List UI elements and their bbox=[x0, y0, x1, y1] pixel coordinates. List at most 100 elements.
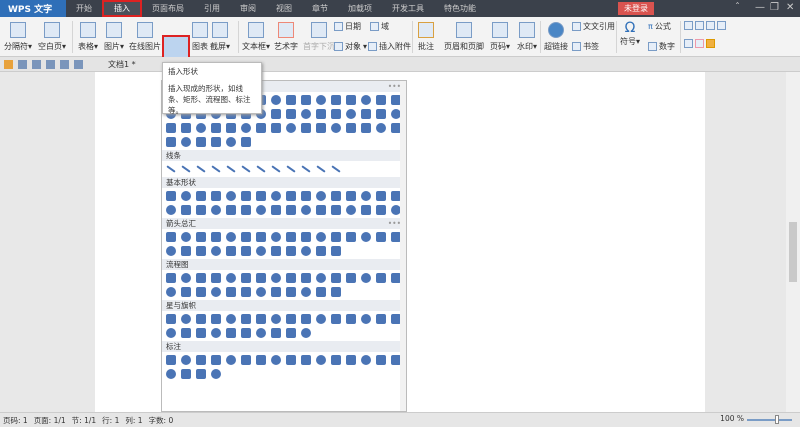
hyperlink-button[interactable]: 超链接 bbox=[544, 22, 568, 52]
shape-item[interactable] bbox=[286, 355, 296, 365]
shape-item[interactable] bbox=[316, 232, 326, 242]
shape-item[interactable] bbox=[211, 205, 221, 215]
shape-item[interactable] bbox=[301, 191, 311, 201]
shape-item[interactable] bbox=[181, 246, 191, 256]
shape-item[interactable] bbox=[286, 205, 296, 215]
shape-item[interactable] bbox=[196, 232, 206, 242]
shape-item[interactable] bbox=[286, 287, 296, 297]
shape-item[interactable] bbox=[211, 273, 221, 283]
shape-item[interactable] bbox=[241, 246, 251, 256]
shape-item[interactable] bbox=[256, 355, 266, 365]
shape-item[interactable] bbox=[241, 287, 251, 297]
app-menu[interactable]: WPS 文字 bbox=[0, 0, 66, 17]
shape-item[interactable] bbox=[196, 355, 206, 365]
shape-item[interactable] bbox=[361, 314, 371, 324]
shape-item[interactable] bbox=[376, 314, 386, 324]
shape-item[interactable] bbox=[331, 314, 341, 324]
shape-item[interactable] bbox=[241, 314, 251, 324]
shape-item[interactable] bbox=[376, 95, 386, 105]
online-picture-button[interactable]: 在线图片 bbox=[129, 22, 161, 52]
textbox-button[interactable]: 文本框▾ bbox=[242, 22, 270, 52]
shape-item[interactable] bbox=[241, 137, 251, 147]
watermark-button[interactable]: 水印▾ bbox=[517, 22, 537, 52]
shape-item[interactable] bbox=[181, 137, 191, 147]
shape-item[interactable] bbox=[226, 328, 236, 338]
shape-item[interactable] bbox=[196, 165, 206, 173]
shape-item[interactable] bbox=[331, 246, 341, 256]
shape-item[interactable] bbox=[166, 314, 176, 324]
insert-attachment-button[interactable]: 插入附件 bbox=[368, 41, 411, 52]
shape-item[interactable] bbox=[286, 273, 296, 283]
shape-item[interactable] bbox=[196, 205, 206, 215]
shape-item[interactable] bbox=[346, 191, 356, 201]
shape-item[interactable] bbox=[271, 191, 281, 201]
picture-button[interactable]: 图片▾ bbox=[104, 22, 124, 52]
shape-item[interactable] bbox=[211, 355, 221, 365]
shape-item[interactable] bbox=[271, 328, 281, 338]
shape-item[interactable] bbox=[331, 95, 341, 105]
shape-item[interactable] bbox=[346, 109, 356, 119]
shape-item[interactable] bbox=[301, 232, 311, 242]
print-preview-icon[interactable] bbox=[32, 59, 41, 69]
vertical-scrollbar[interactable] bbox=[786, 72, 800, 412]
shape-item[interactable] bbox=[331, 191, 341, 201]
shape-item[interactable] bbox=[196, 287, 206, 297]
shape-item[interactable] bbox=[376, 273, 386, 283]
shape-item[interactable] bbox=[226, 273, 236, 283]
shape-item[interactable] bbox=[361, 273, 371, 283]
shape-item[interactable] bbox=[256, 246, 266, 256]
shape-item[interactable] bbox=[166, 355, 176, 365]
formula-button[interactable]: π 公式 bbox=[648, 21, 671, 32]
shape-item[interactable] bbox=[316, 191, 326, 201]
object-button[interactable]: 对象 ▾ bbox=[334, 41, 367, 52]
date-button[interactable]: 日期 bbox=[334, 21, 361, 32]
shape-item[interactable] bbox=[196, 191, 206, 201]
close-icon[interactable]: ✕ bbox=[786, 2, 794, 13]
shape-item[interactable] bbox=[181, 191, 191, 201]
shape-item[interactable] bbox=[316, 109, 326, 119]
shape-item[interactable] bbox=[181, 287, 191, 297]
header-footer-button[interactable]: 页眉和页脚 bbox=[444, 22, 484, 52]
shape-item[interactable] bbox=[331, 205, 341, 215]
shape-item[interactable] bbox=[211, 328, 221, 338]
symbol-button[interactable]: Ω 符号▾ bbox=[620, 20, 640, 47]
shape-item[interactable] bbox=[256, 328, 266, 338]
shape-item[interactable] bbox=[181, 123, 191, 133]
tab-7[interactable]: 加载项 bbox=[338, 0, 382, 17]
shape-item[interactable] bbox=[316, 355, 326, 365]
shape-item[interactable] bbox=[316, 123, 326, 133]
undo-icon[interactable] bbox=[60, 59, 69, 69]
chart-button[interactable]: 图表 bbox=[192, 22, 208, 52]
shape-item[interactable] bbox=[376, 355, 386, 365]
shape-item[interactable] bbox=[346, 123, 356, 133]
shape-item[interactable] bbox=[346, 95, 356, 105]
shape-item[interactable] bbox=[361, 232, 371, 242]
shape-item[interactable] bbox=[361, 355, 371, 365]
save-icon[interactable] bbox=[18, 59, 27, 69]
panel-scrollbar[interactable] bbox=[400, 81, 406, 411]
shape-item[interactable] bbox=[301, 123, 311, 133]
shape-item[interactable] bbox=[271, 314, 281, 324]
shape-item[interactable] bbox=[166, 123, 176, 133]
shape-item[interactable] bbox=[286, 314, 296, 324]
shape-item[interactable] bbox=[196, 314, 206, 324]
shape-item[interactable] bbox=[181, 314, 191, 324]
shape-item[interactable] bbox=[361, 191, 371, 201]
shape-item[interactable] bbox=[346, 273, 356, 283]
shape-item[interactable] bbox=[226, 123, 236, 133]
document-tab[interactable]: 文档1 * bbox=[108, 59, 136, 70]
form-controls-2[interactable] bbox=[684, 39, 715, 48]
shape-item[interactable] bbox=[331, 273, 341, 283]
tab-9[interactable]: 特色功能 bbox=[434, 0, 486, 17]
shape-item[interactable] bbox=[286, 95, 296, 105]
shape-item[interactable] bbox=[286, 191, 296, 201]
tab-5[interactable]: 视图 bbox=[266, 0, 302, 17]
tab-8[interactable]: 开发工具 bbox=[382, 0, 434, 17]
shape-item[interactable] bbox=[226, 314, 236, 324]
shape-item[interactable] bbox=[331, 355, 341, 365]
shape-item[interactable] bbox=[211, 246, 221, 256]
number-button[interactable]: 数字 bbox=[648, 41, 675, 52]
form-controls[interactable] bbox=[684, 21, 726, 30]
shape-item[interactable] bbox=[331, 123, 341, 133]
table-button[interactable]: 表格▾ bbox=[78, 22, 98, 52]
